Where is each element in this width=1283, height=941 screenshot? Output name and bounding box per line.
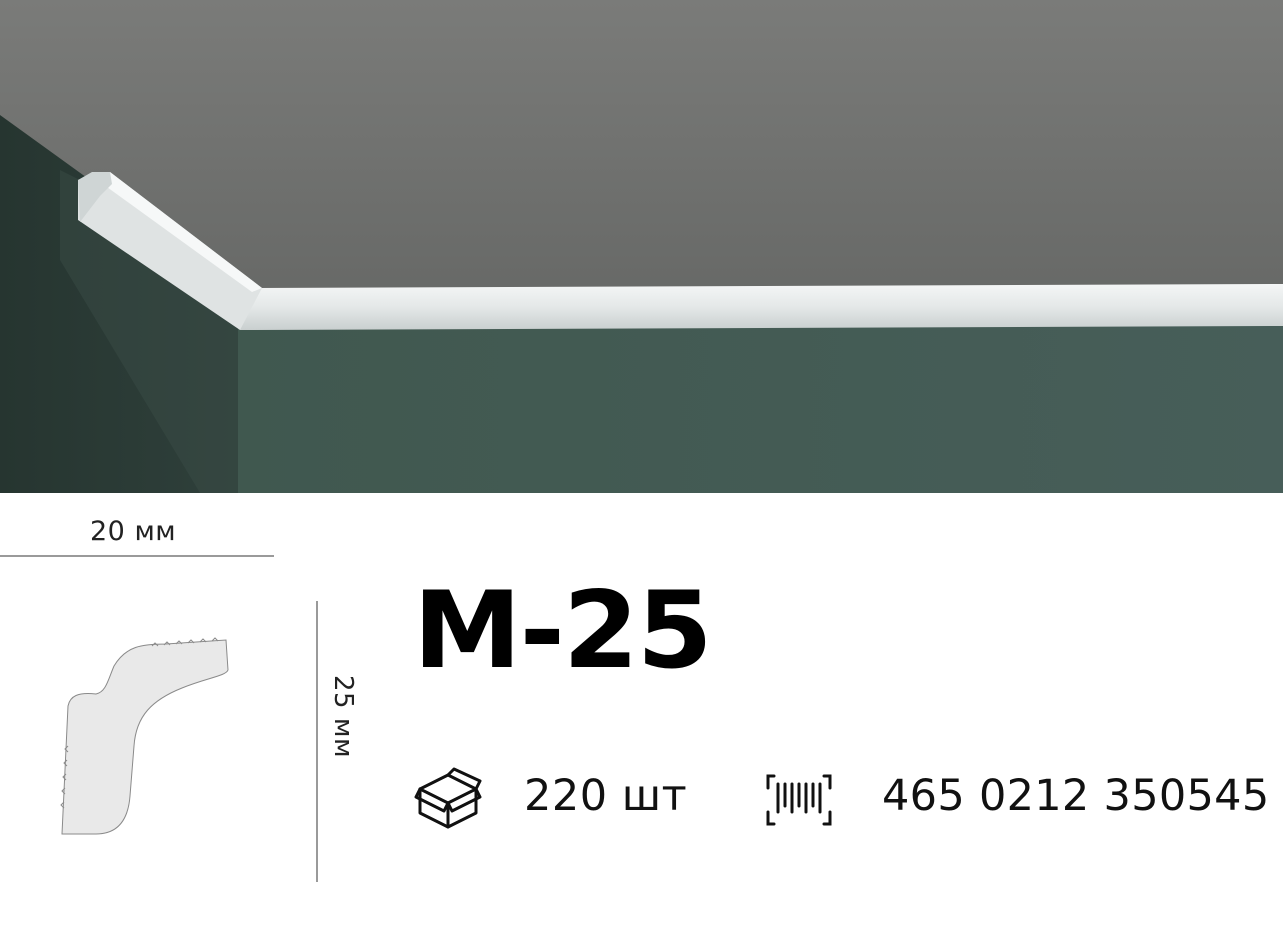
height-dimension-line [316, 601, 318, 882]
package-quantity: 220 шт [524, 771, 688, 821]
width-dimension-line [0, 555, 274, 557]
product-photo [0, 0, 1283, 493]
box-icon [414, 767, 482, 835]
barcode-icon [764, 772, 834, 832]
profile-drawing [56, 636, 236, 844]
barcode-number: 465 0212 350545 [882, 771, 1270, 821]
width-dimension-label: 20 мм [90, 516, 177, 547]
product-title: М-25 [413, 569, 713, 692]
height-dimension-label: 25 мм [328, 675, 358, 759]
